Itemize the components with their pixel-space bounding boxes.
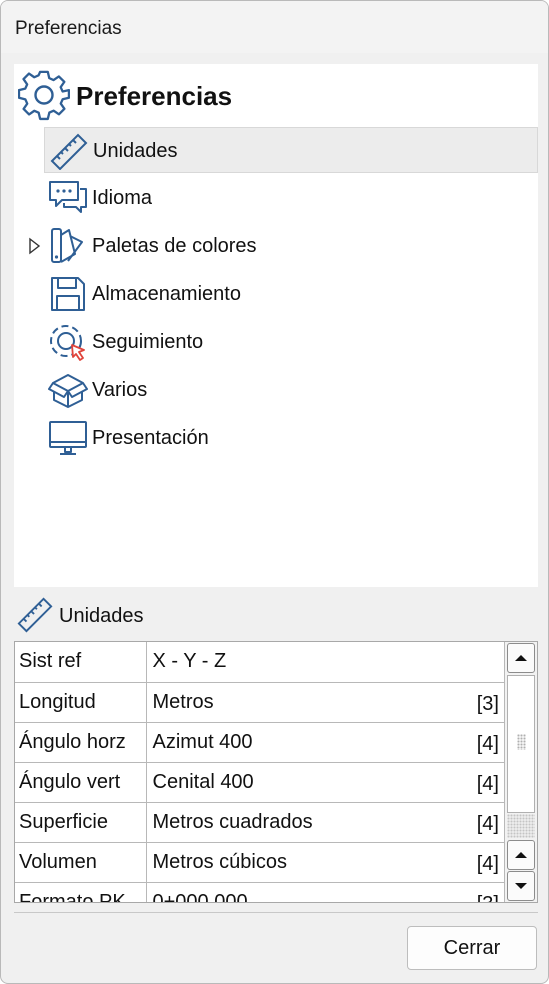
property-value[interactable]: Metros [3] xyxy=(146,682,505,723)
scroll-thumb[interactable] xyxy=(507,675,535,813)
property-value-text: 0+000.000 xyxy=(152,890,248,903)
property-index: [4] xyxy=(476,852,499,875)
property-value-text: X - Y - Z xyxy=(152,650,227,673)
scroll-track[interactable] xyxy=(507,814,535,838)
tree-item-paletas-de-colores[interactable]: Paletas de colores xyxy=(44,223,538,269)
tree-item-presentacion[interactable]: Presentación xyxy=(44,415,538,461)
vertical-scrollbar[interactable] xyxy=(505,642,537,902)
preferences-window: Preferencias Preferencias Unidades Idiom… xyxy=(0,0,549,984)
floppy-disk-icon xyxy=(48,275,88,313)
property-index: [4] xyxy=(476,812,499,835)
tree-item-label: Idioma xyxy=(92,187,153,209)
triangle-up-icon xyxy=(515,655,527,661)
property-value[interactable]: Azimut 400 [4] xyxy=(146,722,505,763)
property-value-text: Azimut 400 xyxy=(152,730,253,753)
grip-icon xyxy=(517,734,526,750)
triangle-down-icon xyxy=(515,883,527,889)
title-bar[interactable]: Preferencias xyxy=(1,1,548,53)
property-key: Sist ref xyxy=(15,642,147,683)
expand-arrow-icon[interactable] xyxy=(28,237,42,255)
tree-root[interactable]: Preferencias xyxy=(17,70,518,124)
window-title: Preferencias xyxy=(15,18,122,39)
close-button[interactable]: Cerrar xyxy=(407,926,537,970)
table-row[interactable]: Ángulo vert Cenital 400 [4] xyxy=(15,762,505,803)
tree-item-varios[interactable]: Varios xyxy=(44,367,538,413)
property-value[interactable]: Metros cuadrados [4] xyxy=(146,802,505,843)
properties-title: Unidades xyxy=(59,605,144,627)
scroll-down-button[interactable] xyxy=(507,871,535,901)
divider xyxy=(14,912,538,913)
triangle-up-icon xyxy=(515,852,527,858)
tree-item-label: Presentación xyxy=(92,427,209,449)
tree-item-unidades[interactable]: Unidades xyxy=(44,127,538,173)
tree-item-label: Seguimiento xyxy=(92,331,204,353)
property-key: Ángulo horz xyxy=(15,722,147,763)
property-value[interactable]: X - Y - Z xyxy=(146,642,505,683)
property-key: Ángulo vert xyxy=(15,762,147,803)
properties-header: Unidades xyxy=(14,595,534,637)
tracking-target-cursor-icon xyxy=(48,323,88,361)
property-index: [4] xyxy=(476,772,499,795)
table-row[interactable]: Superficie Metros cuadrados [4] xyxy=(15,802,505,843)
property-value-text: Metros cuadrados xyxy=(152,810,313,833)
property-value-text: Metros cúbicos xyxy=(152,850,288,873)
property-value-text: Metros xyxy=(152,690,214,713)
table-row[interactable]: Volumen Metros cúbicos [4] xyxy=(15,842,505,883)
scroll-up-button-secondary[interactable] xyxy=(507,840,535,870)
ruler-icon xyxy=(49,132,89,171)
property-value[interactable]: 0+000.000 [3] xyxy=(146,882,505,903)
preferences-tree: Preferencias Unidades Idioma Paletas de … xyxy=(14,64,538,587)
property-index: [3] xyxy=(476,692,499,715)
property-value-text: Cenital 400 xyxy=(152,770,254,793)
tree-item-seguimiento[interactable]: Seguimiento xyxy=(44,319,538,365)
property-key: Volumen xyxy=(15,842,147,883)
property-key: Superficie xyxy=(15,802,147,843)
property-index: [3] xyxy=(477,893,499,903)
property-key: Formato PK xyxy=(15,882,147,902)
property-key: Longitud xyxy=(15,682,147,723)
table-row[interactable]: Ángulo horz Azimut 400 [4] xyxy=(15,722,505,763)
tree-item-label: Varios xyxy=(92,379,148,401)
tree-root-label: Preferencias xyxy=(76,81,233,111)
tree-item-idioma[interactable]: Idioma xyxy=(44,175,538,221)
property-value[interactable]: Cenital 400 [4] xyxy=(146,762,505,803)
speech-bubble-icon xyxy=(48,179,88,217)
table-row[interactable]: Longitud Metros [3] xyxy=(15,682,505,723)
property-value[interactable]: Metros cúbicos [4] xyxy=(146,842,505,883)
tree-item-label: Unidades xyxy=(93,140,178,162)
tree-item-label: Paletas de colores xyxy=(92,235,257,257)
gear-icon xyxy=(17,70,71,122)
table-row[interactable]: Formato PK 0+000.000 [3] xyxy=(15,882,505,903)
properties-grid: Sist ref X - Y - Z Longitud Metros [3] Án… xyxy=(14,641,538,903)
monitor-icon xyxy=(48,419,88,457)
table-row[interactable]: Sist ref X - Y - Z xyxy=(15,642,505,683)
ruler-icon xyxy=(16,595,54,633)
property-index: [4] xyxy=(476,732,499,755)
tree-item-almacenamiento[interactable]: Almacenamiento xyxy=(44,271,538,317)
scroll-up-button[interactable] xyxy=(507,643,535,673)
tree-item-label: Almacenamiento xyxy=(92,283,241,305)
box-icon xyxy=(48,371,88,409)
color-swatches-icon xyxy=(48,227,88,265)
